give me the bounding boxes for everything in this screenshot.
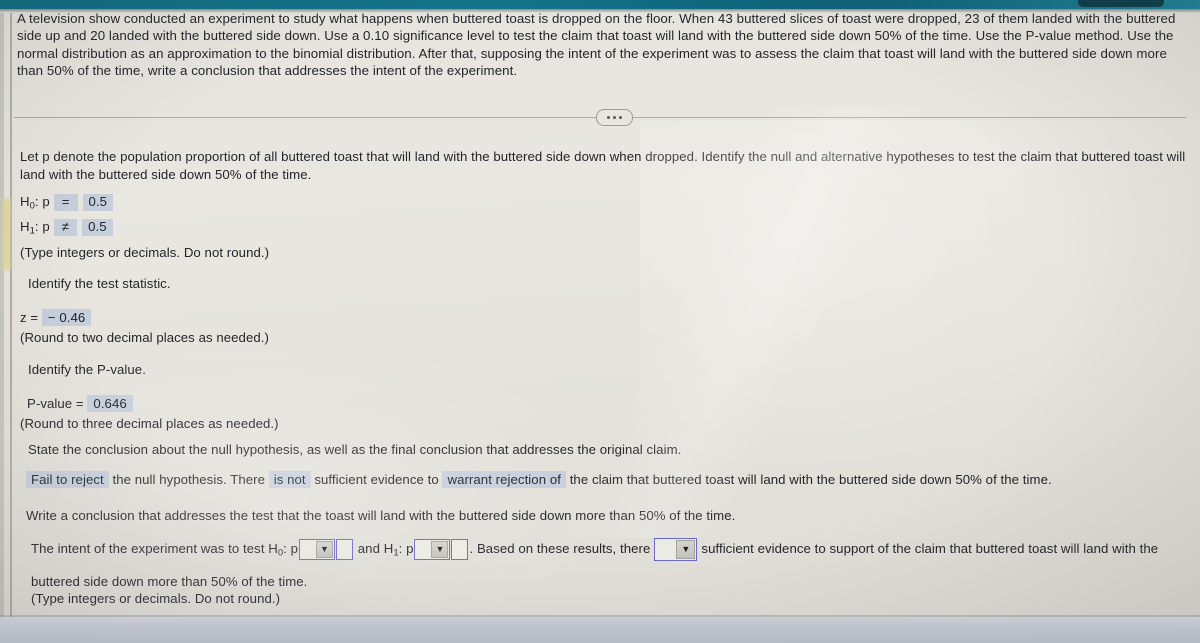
chevron-down-icon[interactable]: ▼ [676, 540, 696, 559]
p-value-label: P-value = [27, 396, 84, 411]
h1-value-field[interactable]: 0.5 [82, 219, 113, 236]
intent-text-1: The intent of the experiment was to test… [31, 540, 278, 556]
conclusion-text-3: the claim that buttered toast will land … [569, 472, 1052, 487]
chevron-down-icon[interactable]: ▼ [316, 541, 334, 558]
test-statistic-row: z = − 0.46 [20, 309, 92, 327]
screen-photo: A television show conducted an experimen… [0, 0, 1200, 643]
chevron-down-icon[interactable]: ▼ [431, 541, 449, 558]
null-hypothesis-row: H0: p = 0.5 [20, 194, 114, 215]
h0-operator-field[interactable]: = [53, 194, 78, 211]
final-conclusion-prompt: Write a conclusion that addresses the te… [26, 508, 736, 523]
intent-text-4: . Based on these results, there [469, 540, 651, 556]
z-label: z = [20, 310, 39, 325]
conclusion-text-2: sufficient evidence to [314, 472, 439, 487]
h0-label: H [20, 194, 30, 209]
hypotheses-prompt: Let p denote the population proportion o… [20, 149, 1186, 182]
more-options-ellipsis-icon[interactable] [596, 109, 633, 126]
p-value-rounding-note: (Round to three decimal places as needed… [20, 416, 279, 431]
conclusion-row: Fail to reject the null hypothesis. Ther… [26, 471, 1052, 489]
problem-statement: A television show conducted an experimen… [17, 11, 1176, 79]
z-value-field[interactable]: − 0.46 [41, 309, 92, 326]
conclusion-decision-field[interactable]: Fail to reject [26, 471, 109, 488]
bottom-bezel-strip [0, 617, 1200, 643]
conclusion-action-field[interactable]: warrant rejection of [442, 471, 566, 488]
h1-label: H [20, 219, 30, 234]
final-intent-row: The intent of the experiment was to test… [31, 538, 1158, 562]
ellipsis-dot-1 [607, 116, 610, 119]
conclusion-evidence-field[interactable]: is not [268, 471, 311, 488]
h0-value-field[interactable]: 0.5 [82, 194, 114, 211]
ellipsis-dot-3 [619, 116, 622, 119]
exercise-content: A television show conducted an experimen… [0, 0, 1200, 643]
conclusion-prompt: State the conclusion about the null hypo… [28, 442, 682, 457]
conclusion-text-1: the null hypothesis. There [112, 472, 265, 487]
intent-text-5: sufficient evidence to support of the cl… [701, 540, 1159, 556]
test-statistic-rounding-note: (Round to two decimal places as needed.) [20, 330, 269, 345]
intent-h0-operator-dropdown[interactable]: ▼ [299, 539, 336, 560]
p-value-field[interactable]: 0.646 [87, 395, 133, 412]
h1-parameter: : p [34, 219, 50, 234]
ellipsis-dot-2 [613, 116, 616, 119]
alternative-hypothesis-row: H1: p ≠ 0.5 [20, 219, 113, 240]
intent-h1-operator-dropdown[interactable]: ▼ [414, 539, 451, 560]
intent-text-3: : p [398, 540, 414, 556]
intent-evidence-dropdown[interactable]: ▼ [654, 538, 698, 561]
intent-h0-value-input[interactable] [336, 539, 354, 560]
p-value-row: P-value = 0.646 [27, 395, 133, 413]
final-rounding-note: (Type integers or decimals. Do not round… [31, 591, 281, 606]
h0-parameter: : p [34, 194, 50, 209]
intent-h1-value-input[interactable] [451, 539, 469, 560]
h1-operator-field[interactable]: ≠ [53, 219, 78, 236]
test-statistic-prompt: Identify the test statistic. [28, 276, 171, 291]
intent-text-2: : p [283, 540, 299, 556]
final-intent-tail: buttered side down more than 50% of the … [31, 574, 308, 589]
p-value-prompt: Identify the P-value. [28, 362, 146, 377]
hypotheses-rounding-note: (Type integers or decimals. Do not round… [20, 245, 270, 260]
intent-and: and H [357, 540, 394, 556]
